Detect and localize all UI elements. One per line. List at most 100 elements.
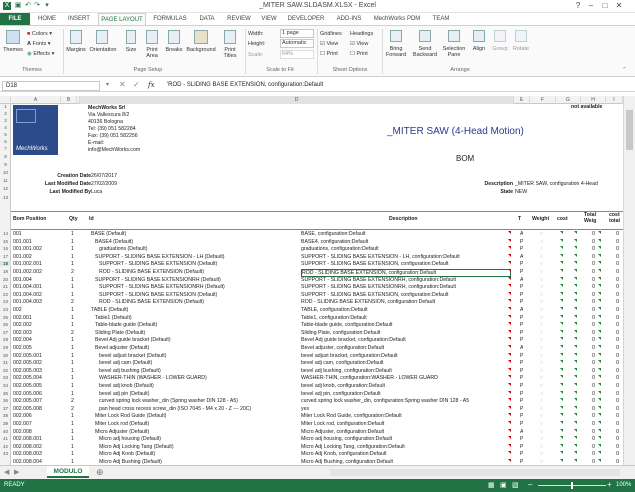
- horizontal-scrollbar[interactable]: [330, 469, 620, 476]
- row-header[interactable]: 15: [0, 239, 11, 244]
- row-header[interactable]: 11: [0, 178, 11, 183]
- zoom-out-icon[interactable]: –: [528, 480, 532, 489]
- column-header-i[interactable]: I: [606, 96, 623, 104]
- row-header[interactable]: 24: [0, 307, 11, 312]
- row-header[interactable]: 29: [0, 345, 11, 350]
- row-header[interactable]: 38: [0, 413, 11, 418]
- row-header[interactable]: 42: [0, 444, 11, 449]
- row-header[interactable]: 12: [0, 186, 11, 191]
- column-header-d[interactable]: D: [80, 96, 514, 104]
- height-select[interactable]: Automatic: [280, 39, 314, 48]
- row-header[interactable]: 20: [0, 277, 11, 282]
- select-all-corner[interactable]: [0, 96, 11, 104]
- tab-home[interactable]: HOME: [34, 13, 60, 25]
- row-header[interactable]: 37: [0, 406, 11, 411]
- row-header[interactable]: 3: [0, 118, 11, 123]
- name-box-dropdown-icon[interactable]: ▾: [106, 81, 109, 88]
- tab-data[interactable]: DATA: [194, 13, 220, 25]
- row-header[interactable]: 43: [0, 451, 11, 456]
- column-header-f[interactable]: F: [530, 96, 556, 104]
- group-objects-button[interactable]: Group: [489, 46, 511, 52]
- theme-fonts-button[interactable]: A Fonts ▾: [27, 41, 51, 47]
- tab-add-ins[interactable]: ADD-INS: [332, 13, 366, 25]
- row-header[interactable]: 23: [0, 299, 11, 304]
- enter-icon[interactable]: ✓: [133, 80, 140, 89]
- row-header[interactable]: 9: [0, 162, 11, 167]
- tab-insert[interactable]: INSERT: [64, 13, 94, 25]
- row-header[interactable]: 5: [0, 132, 11, 137]
- row-header[interactable]: 27: [0, 330, 11, 335]
- row-header[interactable]: 4: [0, 125, 11, 130]
- row-header[interactable]: 6: [0, 139, 11, 144]
- tab-file[interactable]: FILE: [0, 13, 30, 25]
- orientation-button[interactable]: Orientation: [88, 47, 118, 53]
- maximize-icon[interactable]: □: [599, 1, 611, 11]
- gridlines-view-checkbox[interactable]: ☑ View: [320, 41, 338, 47]
- row-header[interactable]: 39: [0, 421, 11, 426]
- page-break-view-icon[interactable]: ▧: [512, 481, 519, 489]
- row-header[interactable]: 13: [0, 195, 11, 200]
- column-header-b[interactable]: B: [61, 96, 77, 104]
- row-header[interactable]: 34: [0, 383, 11, 388]
- scale-input[interactable]: 64%: [280, 50, 314, 59]
- minimize-icon[interactable]: –: [585, 1, 597, 11]
- theme-effects-button[interactable]: ◉ Effects ▾: [27, 51, 54, 57]
- scroll-thumb[interactable]: [626, 110, 633, 150]
- selection-pane-button[interactable]: Selection Pane: [441, 46, 467, 58]
- row-header[interactable]: 19: [0, 269, 11, 274]
- row-header[interactable]: 14: [0, 231, 11, 236]
- row-header[interactable]: 41: [0, 436, 11, 441]
- print-area-button[interactable]: Print Area: [142, 47, 162, 59]
- tab-developer[interactable]: DEVELOPER: [284, 13, 328, 25]
- row-header[interactable]: 30: [0, 353, 11, 358]
- row-header[interactable]: 22: [0, 292, 11, 297]
- row-header[interactable]: 35: [0, 391, 11, 396]
- row-header[interactable]: 17: [0, 254, 11, 259]
- name-box[interactable]: D18: [2, 81, 100, 91]
- insert-function-icon[interactable]: fx: [148, 81, 155, 89]
- row-header[interactable]: 32: [0, 368, 11, 373]
- formula-input[interactable]: 'ROD - SLIDING BASE EXTENSION, configura…: [167, 82, 323, 88]
- collapse-ribbon-icon[interactable]: ⌃: [622, 67, 627, 73]
- selected-cell[interactable]: ROD - SLIDING BASE EXTENSION, configurat…: [301, 269, 511, 277]
- row-header[interactable]: 7: [0, 146, 11, 151]
- sheet-tab-modulo[interactable]: MODULO: [47, 466, 89, 478]
- worksheet-grid[interactable]: MechWorks MechWorks Srl Via Vallescura 8…: [11, 104, 623, 465]
- zoom-slider-thumb[interactable]: [571, 482, 573, 489]
- row-header[interactable]: 26: [0, 322, 11, 327]
- bring-forward-button[interactable]: Bring Forward: [382, 46, 410, 58]
- gridlines-print-checkbox[interactable]: ☐ Print: [320, 51, 338, 57]
- row-header[interactable]: 33: [0, 375, 11, 380]
- tab-review[interactable]: REVIEW: [224, 13, 254, 25]
- align-button[interactable]: Align: [468, 46, 490, 52]
- column-header-a[interactable]: A: [11, 96, 61, 104]
- headings-view-checkbox[interactable]: ☑ View: [350, 41, 368, 47]
- vertical-scrollbar[interactable]: [623, 96, 635, 466]
- column-header-e[interactable]: E: [514, 96, 530, 104]
- cancel-icon[interactable]: ✕: [119, 80, 126, 89]
- themes-button[interactable]: Themes: [1, 47, 25, 53]
- row-header[interactable]: 28: [0, 337, 11, 342]
- send-backward-button[interactable]: Send Backward: [410, 46, 440, 58]
- tab-page-layout[interactable]: PAGE LAYOUT: [98, 13, 146, 25]
- breaks-button[interactable]: Breaks: [163, 47, 185, 53]
- row-header[interactable]: 40: [0, 429, 11, 434]
- normal-view-icon[interactable]: ▦: [488, 481, 495, 489]
- row-header[interactable]: 25: [0, 315, 11, 320]
- row-header[interactable]: 36: [0, 398, 11, 403]
- size-button[interactable]: Size: [121, 47, 141, 53]
- row-header[interactable]: 10: [0, 170, 11, 175]
- row-header[interactable]: 1: [0, 104, 11, 109]
- row-header[interactable]: 21: [0, 284, 11, 289]
- help-icon[interactable]: ?: [572, 1, 584, 11]
- column-header-h[interactable]: H: [581, 96, 606, 104]
- zoom-in-icon[interactable]: +: [607, 480, 612, 489]
- rotate-button[interactable]: Rotate: [510, 46, 532, 52]
- row-header[interactable]: 8: [0, 154, 11, 159]
- headings-print-checkbox[interactable]: ☐ Print: [350, 51, 368, 57]
- row-header[interactable]: 16: [0, 246, 11, 251]
- print-titles-button[interactable]: Print Titles: [219, 47, 241, 59]
- close-icon[interactable]: ✕: [613, 1, 625, 11]
- tab-team[interactable]: TEAM: [428, 13, 454, 25]
- tab-formulas[interactable]: FORMULAS: [150, 13, 190, 25]
